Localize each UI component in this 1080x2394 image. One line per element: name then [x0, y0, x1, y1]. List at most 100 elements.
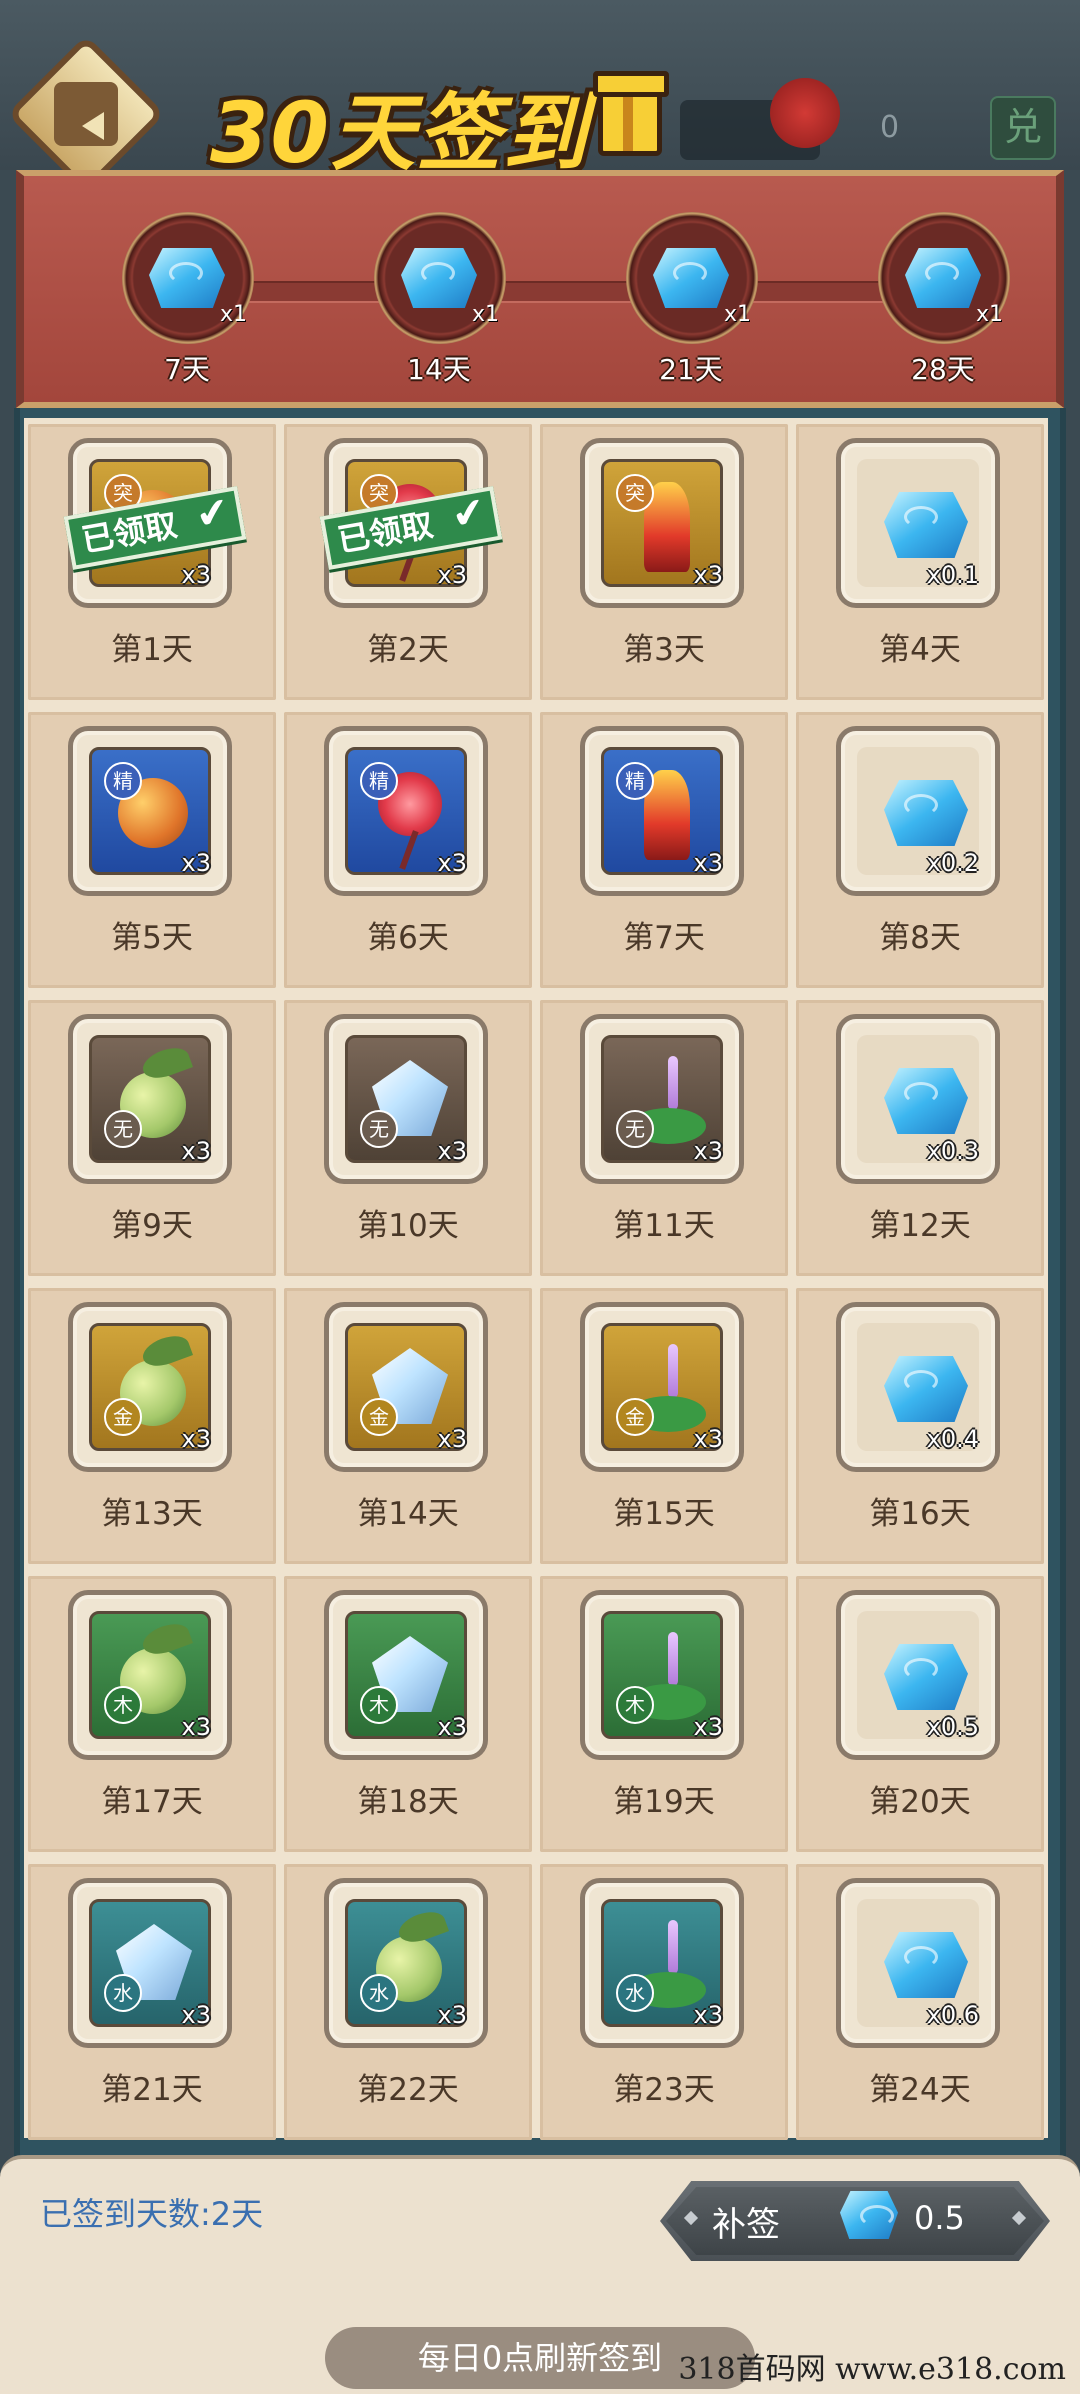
day-cell[interactable]: 金 x3 第14天 — [284, 1288, 532, 1564]
blue-gem-icon — [905, 248, 981, 308]
back-arrow-icon — [53, 82, 118, 146]
stem-icon — [399, 830, 419, 870]
reward-quantity: x3 — [437, 849, 467, 877]
grade-badge: 木 — [616, 1686, 654, 1724]
milestone-14[interactable]: x1 14天 — [364, 212, 514, 392]
reward-quantity: x3 — [181, 561, 211, 589]
day-cell[interactable]: 水 x3 第22天 — [284, 1864, 532, 2140]
blue-gem-icon — [884, 1068, 968, 1134]
reward-quantity: x0.4 — [926, 1425, 979, 1453]
grade-badge: 精 — [616, 762, 654, 800]
makeup-sign-cost: 0.5 — [914, 2199, 965, 2237]
day-label: 第9天 — [111, 1208, 193, 1244]
day-cell[interactable]: 木 x3 第18天 — [284, 1576, 532, 1852]
grade-badge: 水 — [104, 1974, 142, 2012]
reward-frame: x0.5 — [836, 1590, 1000, 1760]
grade-badge: 金 — [360, 1398, 398, 1436]
day-label: 第15天 — [613, 1496, 715, 1532]
day-cell[interactable]: 无 x3 第9天 — [28, 1000, 276, 1276]
reward-frame: x0.6 — [836, 1878, 1000, 2048]
reward-quantity: x0.6 — [926, 2001, 979, 2029]
blue-gem-icon — [884, 492, 968, 558]
reward-frame: 木 x3 — [580, 1590, 744, 1760]
day-cell[interactable]: 无 x3 第11天 — [540, 1000, 788, 1276]
checkmark-icon: ✔ — [448, 488, 490, 540]
day-cell[interactable]: 木 x3 第17天 — [28, 1576, 276, 1852]
grade-badge: 精 — [104, 762, 142, 800]
day-label: 第7天 — [623, 920, 705, 956]
day-label: 第16天 — [869, 1496, 971, 1532]
milestone-7[interactable]: x1 7天 — [112, 212, 262, 392]
day-label: 第14天 — [357, 1496, 459, 1532]
grade-badge: 金 — [616, 1398, 654, 1436]
reward-frame: 精 x3 — [324, 726, 488, 896]
reward-quantity: x0.5 — [926, 1713, 979, 1741]
day-label: 第2天 — [367, 632, 449, 668]
reward-frame: 精 x3 — [68, 726, 232, 896]
grade-badge: 无 — [104, 1110, 142, 1148]
reward-quantity: x3 — [181, 1713, 211, 1741]
blue-gem-icon — [653, 248, 729, 308]
milestone-21[interactable]: x1 21天 — [616, 212, 766, 392]
milestone-count: x1 — [976, 302, 1004, 327]
grade-badge: 金 — [104, 1398, 142, 1436]
reward-quantity: x3 — [181, 1425, 211, 1453]
reward-frame: 金 x3 — [68, 1302, 232, 1472]
day-cell[interactable]: 木 x3 第19天 — [540, 1576, 788, 1852]
reward-quantity: x0.3 — [926, 1137, 979, 1165]
reward-frame: 水 x3 — [68, 1878, 232, 2048]
grade-badge: 木 — [104, 1686, 142, 1724]
day-cell[interactable]: 金 x3 第13天 — [28, 1288, 276, 1564]
milestone-rewards: x1 7天 x1 14天 x1 21天 x1 28天 — [16, 170, 1064, 408]
day-cell[interactable]: 水 x3 第23天 — [540, 1864, 788, 2140]
day-cell[interactable]: x0.6 第24天 — [796, 1864, 1044, 2140]
reward-quantity: x3 — [181, 1137, 211, 1165]
blue-gem-icon — [884, 780, 968, 846]
milestone-count: x1 — [220, 302, 248, 327]
day-label: 第24天 — [869, 2072, 971, 2108]
day-cell[interactable]: 突 x3 已领取 ✔ 第2天 — [284, 424, 532, 700]
day-cell[interactable]: 突 x3 第3天 — [540, 424, 788, 700]
reward-frame: x0.3 — [836, 1014, 1000, 1184]
day-cell[interactable]: x0.3 第12天 — [796, 1000, 1044, 1276]
blue-gem-icon — [840, 2191, 898, 2239]
reward-frame: 无 x3 — [68, 1014, 232, 1184]
blue-gem-icon — [884, 1932, 968, 1998]
gift-icon — [593, 71, 669, 156]
day-cell[interactable]: 水 x3 第21天 — [28, 1864, 276, 2140]
milestone-track — [144, 281, 984, 303]
day-cell[interactable]: 精 x3 第6天 — [284, 712, 532, 988]
day-cell[interactable]: 无 x3 第10天 — [284, 1000, 532, 1276]
watermark: 318首码网 www.e318.com — [678, 2352, 1066, 2387]
day-cell[interactable]: 精 x3 第5天 — [28, 712, 276, 988]
day-cell[interactable]: x0.1 第4天 — [796, 424, 1044, 700]
currency-value: 0 — [880, 110, 900, 145]
day-label: 第18天 — [357, 1784, 459, 1820]
milestone-28[interactable]: x1 28天 — [868, 212, 1018, 392]
reward-frame: 木 x3 — [324, 1590, 488, 1760]
milestone-label: 21天 — [659, 353, 723, 386]
day-cell[interactable]: 突 x3 已领取 ✔ 第1天 — [28, 424, 276, 700]
reward-quantity: x3 — [693, 561, 723, 589]
claimed-label: 已领取 — [78, 505, 180, 560]
day-label: 第20天 — [869, 1784, 971, 1820]
top-bar: 30天签到 0 兑 — [0, 0, 1080, 194]
day-cell[interactable]: 精 x3 第7天 — [540, 712, 788, 988]
day-label: 第5天 — [111, 920, 193, 956]
exchange-button[interactable]: 兑 — [990, 96, 1056, 160]
day-cell[interactable]: x0.2 第8天 — [796, 712, 1044, 988]
blue-gem-icon — [884, 1644, 968, 1710]
checkmark-icon: ✔ — [192, 488, 234, 540]
day-cell[interactable]: 金 x3 第15天 — [540, 1288, 788, 1564]
day-cell[interactable]: x0.5 第20天 — [796, 1576, 1044, 1852]
day-label: 第22天 — [357, 2072, 459, 2108]
herb-icon — [668, 1344, 678, 1398]
daily-reward-grid: 突 x3 已领取 ✔ 第1天突 x3 已领取 ✔ 第2天突 x3 第3天 x0.1 第4天精 x3 第5天精… — [24, 418, 1048, 2140]
reward-frame: 无 x3 — [580, 1014, 744, 1184]
signed-days-count: 已签到天数:2天 — [40, 2195, 264, 2233]
makeup-sign-button[interactable]: 补签 0.5 — [660, 2181, 1050, 2261]
reward-quantity: x3 — [693, 849, 723, 877]
day-cell[interactable]: x0.4 第16天 — [796, 1288, 1044, 1564]
reward-frame: x0.4 — [836, 1302, 1000, 1472]
reward-frame: 木 x3 — [68, 1590, 232, 1760]
